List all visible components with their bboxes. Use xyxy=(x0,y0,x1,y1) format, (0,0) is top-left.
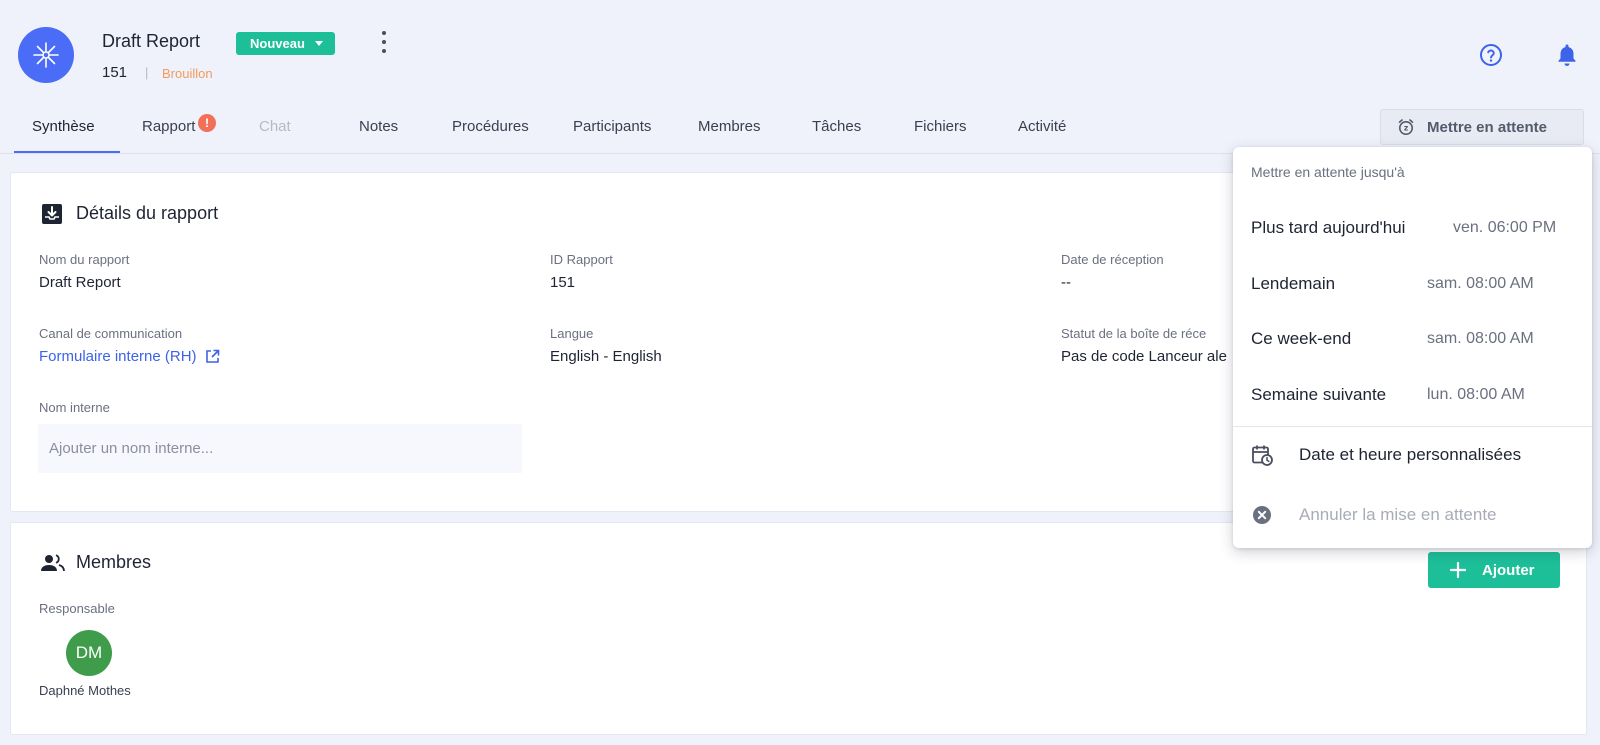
inbox-status-value: Pas de code Lanceur ale xyxy=(1061,348,1227,365)
report-name-label: Nom du rapport xyxy=(39,252,130,267)
cancel-circle-icon xyxy=(1253,506,1271,524)
snooze-option-time: ven. 06:00 PM xyxy=(1453,219,1557,236)
calendar-clock-icon xyxy=(1252,445,1273,466)
case-logo xyxy=(18,27,74,83)
report-id: 151 xyxy=(102,64,128,81)
snooze-option-weekend[interactable]: Ce week-end sam. 08:00 AM xyxy=(1233,315,1592,365)
avatar[interactable]: DM xyxy=(66,630,112,676)
report-title: Draft Report xyxy=(102,31,201,51)
members-card: Membres Ajouter Responsable DM Daphné Mo… xyxy=(10,522,1587,735)
add-member-label: Ajouter xyxy=(1482,561,1535,579)
snooze-button-label: Mettre en attente xyxy=(1427,118,1548,136)
menu-divider xyxy=(1233,426,1592,427)
external-link-icon xyxy=(205,349,219,363)
tab-synthese[interactable]: Synthèse xyxy=(32,118,95,135)
help-icon[interactable] xyxy=(1479,43,1503,67)
status-label: Nouveau xyxy=(250,36,305,51)
snooze-menu-header: Mettre en attente jusqu'à xyxy=(1251,164,1405,180)
report-id-value: 151 xyxy=(550,274,576,291)
header-separator: | xyxy=(145,65,149,80)
alarm-clock-icon: z xyxy=(1398,119,1414,135)
svg-text:z: z xyxy=(1404,124,1408,133)
snooze-cancel[interactable]: Annuler la mise en attente xyxy=(1233,491,1592,541)
tab-membres[interactable]: Membres xyxy=(698,118,761,135)
internal-name-input[interactable] xyxy=(38,424,522,473)
internal-name-label: Nom interne xyxy=(39,400,110,415)
snooze-option-time: sam. 08:00 AM xyxy=(1427,275,1534,292)
language-value: English - English xyxy=(550,348,662,365)
snooze-option-next-week[interactable]: Semaine suivante lun. 08:00 AM xyxy=(1233,371,1592,421)
snooze-option-label: Semaine suivante xyxy=(1251,385,1387,404)
snooze-option-later-today[interactable]: Plus tard aujourd'hui ven. 06:00 PM xyxy=(1233,204,1592,254)
report-id-label: ID Rapport xyxy=(550,252,613,267)
snowflake-icon xyxy=(33,42,59,68)
tab-participants[interactable]: Participants xyxy=(573,118,651,135)
snooze-option-label: Plus tard aujourd'hui xyxy=(1251,218,1406,237)
add-member-button[interactable]: Ajouter xyxy=(1428,552,1560,588)
tab-activite[interactable]: Activité xyxy=(1018,118,1066,135)
plus-icon xyxy=(1450,562,1466,578)
report-name-value: Draft Report xyxy=(39,274,121,291)
draft-status: Brouillon xyxy=(162,66,213,81)
snooze-option-time: sam. 08:00 AM xyxy=(1427,330,1534,347)
tab-taches[interactable]: Tâches xyxy=(812,118,861,135)
snooze-option-label: Lendemain xyxy=(1251,274,1336,293)
member-name: Daphné Mothes xyxy=(39,683,131,698)
snooze-button[interactable]: z Mettre en attente xyxy=(1380,109,1584,145)
details-title: Détails du rapport xyxy=(76,203,219,223)
notification-bell-icon[interactable] xyxy=(1555,42,1579,68)
caret-down-icon xyxy=(314,41,323,46)
snooze-option-time: lun. 08:00 AM xyxy=(1427,386,1525,403)
language-label: Langue xyxy=(550,326,594,341)
members-title: Membres xyxy=(76,552,152,572)
received-date-value: -- xyxy=(1061,274,1071,291)
responsible-label: Responsable xyxy=(39,601,115,616)
status-dropdown[interactable]: Nouveau xyxy=(236,32,335,55)
snooze-menu: Mettre en attente jusqu'à Plus tard aujo… xyxy=(1233,147,1592,548)
cancel-snooze-label: Annuler la mise en attente xyxy=(1299,505,1497,524)
report-header: Draft Report Nouveau 151 | Brouillon xyxy=(0,0,1600,110)
snooze-option-tomorrow[interactable]: Lendemain sam. 08:00 AM xyxy=(1233,260,1592,310)
channel-link[interactable]: Formulaire interne (RH) xyxy=(39,348,220,365)
received-date-label: Date de réception xyxy=(1061,252,1164,267)
snooze-option-label: Ce week-end xyxy=(1251,329,1352,348)
more-options-icon[interactable] xyxy=(380,31,388,53)
inbox-status-label: Statut de la boîte de réce xyxy=(1061,326,1207,341)
tab-procedures[interactable]: Procédures xyxy=(452,118,529,135)
tab-fichiers[interactable]: Fichiers xyxy=(914,118,967,135)
people-icon xyxy=(41,554,65,572)
tab-rapport[interactable]: Rapport xyxy=(142,118,195,135)
tab-notes[interactable]: Notes xyxy=(359,118,398,135)
inbox-download-icon xyxy=(42,204,62,224)
custom-datetime-label: Date et heure personnalisées xyxy=(1299,445,1522,464)
channel-label: Canal de communication xyxy=(39,326,183,341)
tab-chat[interactable]: Chat xyxy=(259,118,291,135)
snooze-custom-datetime[interactable]: Date et heure personnalisées xyxy=(1233,431,1592,481)
active-tab-indicator xyxy=(14,151,120,153)
alert-badge: ! xyxy=(198,114,216,132)
channel-link-text: Formulaire interne (RH) xyxy=(39,348,197,365)
